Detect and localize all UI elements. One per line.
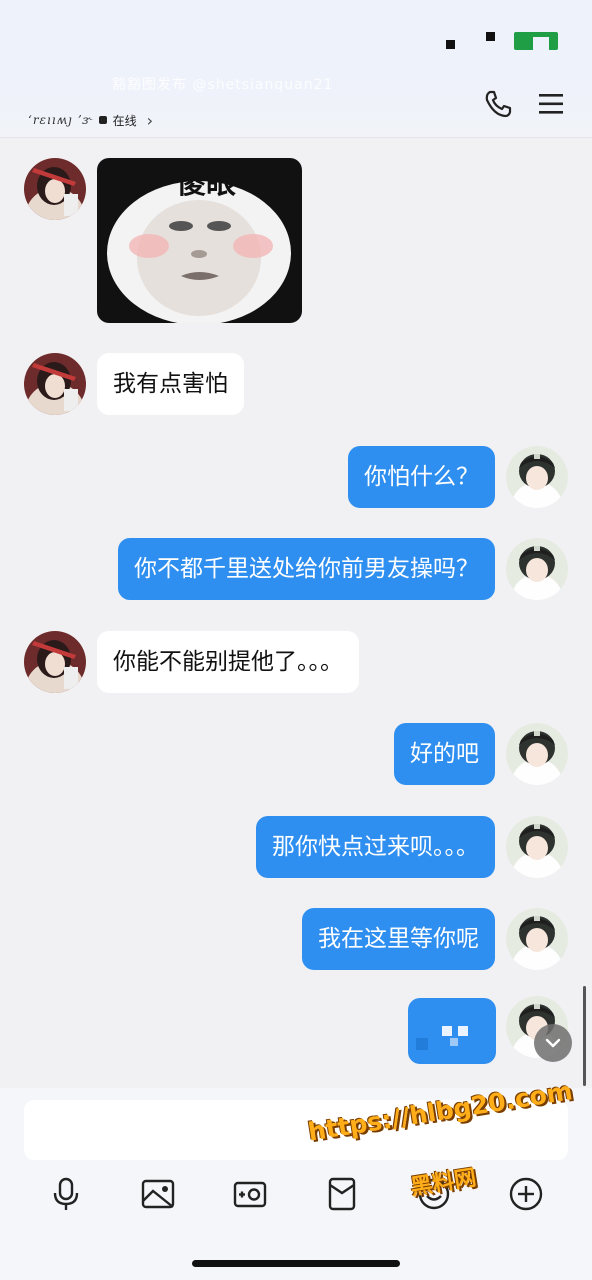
hamburger-menu-icon[interactable] xyxy=(536,88,568,120)
online-status: 在线 xyxy=(112,113,137,128)
outgoing-message[interactable]: 你不都千里送处给你前男友操吗？ xyxy=(118,538,495,600)
input-area xyxy=(0,1088,592,1280)
incoming-message[interactable]: 我有点害怕 xyxy=(97,353,244,415)
voice-icon[interactable] xyxy=(48,1176,84,1212)
contact-title[interactable]: ʻrɛııʍȷ ʼɝ 在线 › xyxy=(28,108,153,132)
wifi-indicator xyxy=(486,32,495,41)
image-icon[interactable] xyxy=(140,1176,176,1212)
home-indicator[interactable] xyxy=(192,1260,400,1267)
outgoing-message[interactable]: 你怕什么？ xyxy=(348,446,495,508)
contact-avatar[interactable] xyxy=(24,353,86,415)
plus-icon[interactable] xyxy=(508,1176,544,1212)
watermark-text: 豁豁图发布 @shetsianquan21 xyxy=(112,77,334,93)
message-list[interactable]: 傻眼 我有点害怕 你怕什么？ 你不都千里送处给你前男友操吗？ 你能不能别提他了。… xyxy=(0,138,592,1088)
scrollbar[interactable] xyxy=(583,986,586,1086)
contact-avatar[interactable] xyxy=(24,158,86,220)
online-status-icon xyxy=(98,116,107,124)
chevron-down-icon xyxy=(545,1038,561,1048)
my-avatar[interactable] xyxy=(506,908,568,970)
my-avatar[interactable] xyxy=(506,446,568,508)
phone-icon[interactable] xyxy=(482,88,514,120)
my-avatar[interactable] xyxy=(506,816,568,878)
outgoing-message[interactable]: 我在这里等你呢 xyxy=(302,908,495,970)
outgoing-message[interactable]: 那你快点过来呗。。。 xyxy=(256,816,495,878)
sticker-caption: 傻眼 xyxy=(176,166,236,201)
my-avatar[interactable] xyxy=(506,723,568,785)
contact-avatar[interactable] xyxy=(24,631,86,693)
status-bar xyxy=(0,0,592,66)
signal-indicator xyxy=(446,40,455,49)
outgoing-message[interactable]: 好的吧 xyxy=(394,723,495,785)
scroll-to-bottom-button[interactable] xyxy=(534,1024,572,1062)
chevron-right-icon: › xyxy=(146,110,153,130)
emoji-sticker-icon[interactable] xyxy=(408,998,496,1064)
sticker-message[interactable]: 傻眼 xyxy=(97,158,302,323)
red-packet-icon[interactable] xyxy=(324,1176,360,1212)
contact-name: ʻrɛııʍȷ ʼɝ xyxy=(28,113,93,127)
my-avatar[interactable] xyxy=(506,538,568,600)
incoming-message[interactable]: 你能不能别提他了。。。 xyxy=(97,631,359,693)
camera-icon[interactable] xyxy=(232,1176,268,1212)
